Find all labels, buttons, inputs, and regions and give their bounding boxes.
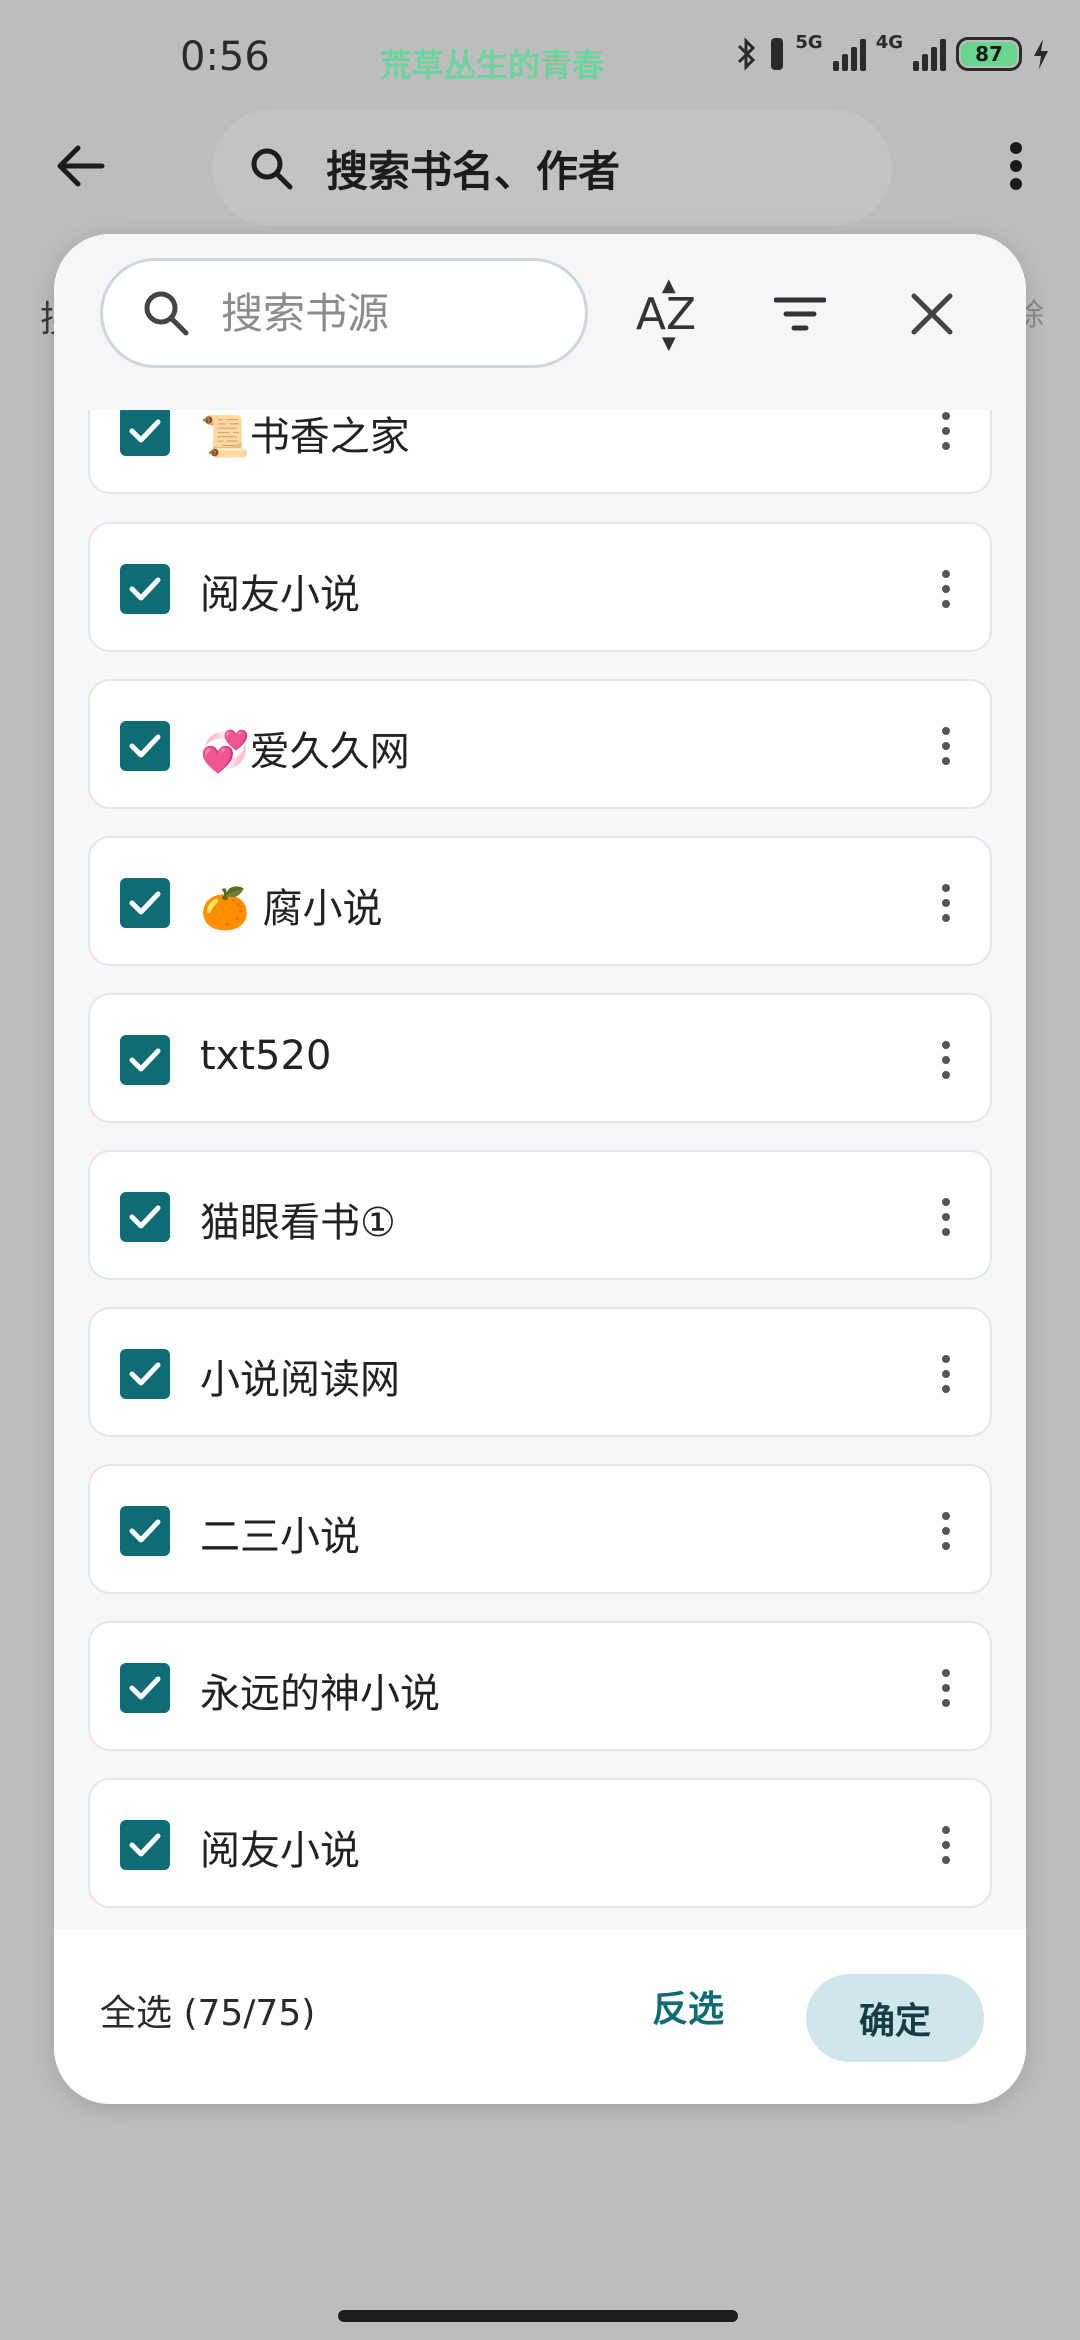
source-checkbox[interactable] [120,1035,170,1085]
signal-5g-icon [832,37,866,71]
check-icon [129,891,161,915]
back-arrow-icon [57,145,105,187]
item-more-button[interactable] [936,564,956,614]
vibrate-icon [771,38,784,70]
source-name: 猫眼看书① [200,1200,396,1246]
close-button[interactable] [892,274,972,354]
source-list-item[interactable]: 小说阅读网 [88,1307,992,1437]
item-more-button[interactable] [936,878,956,928]
source-checkbox[interactable] [120,1192,170,1242]
item-more-button[interactable] [936,1663,956,1713]
item-more-button[interactable] [936,1820,956,1870]
check-icon [129,1676,161,1700]
check-icon [129,419,161,443]
source-list-item[interactable]: 猫眼看书① [88,1150,992,1280]
status-icons: 5G 4G 87 [735,32,1050,72]
check-icon [129,1205,161,1229]
check-icon [129,734,161,758]
source-list-item[interactable]: 🍊 腐小说 [88,836,992,966]
item-more-button[interactable] [936,721,956,771]
check-icon [129,1833,161,1857]
status-time: 0:56 [180,34,270,80]
source-list-item[interactable]: 📜书香之家 [88,410,992,494]
source-checkbox[interactable] [120,410,170,456]
battery-level: 87 [961,42,1017,66]
source-list-item[interactable]: txt520 [88,993,992,1123]
book-search-placeholder: 搜索书名、作者 [326,146,621,196]
source-list-item[interactable]: 永远的神小说 [88,1621,992,1751]
check-icon [129,1362,161,1386]
item-more-button[interactable] [936,1192,956,1242]
source-name: 小说阅读网 [200,1357,400,1403]
check-icon [129,1519,161,1543]
battery-icon: 87 [956,37,1022,71]
status-bar: 0:56 荒草丛生的青春 5G 4G 87 [0,0,1080,110]
sort-up-arrow-icon: ▲ [661,274,676,296]
source-list[interactable]: 📜书香之家 阅友小说 💞爱久久网 � [54,410,1026,1944]
select-all-toggle[interactable]: 全选 (75/75) [100,1984,315,2036]
source-checkbox[interactable] [120,1663,170,1713]
confirm-button[interactable]: 确定 [806,1974,984,2062]
status-song: 荒草丛生的青春 [380,46,605,84]
screen: 0:56 荒草丛生的青春 5G 4G 87 搜索书名、作者 除 搜索书源 AZ … [0,0,1080,2340]
overflow-menu-button[interactable] [996,134,1036,198]
dialog-header: AZ ▲ ▼ [54,234,1026,410]
more-vert-icon [1010,142,1022,190]
source-list-item[interactable]: 💞爱久久网 [88,679,992,809]
source-name: 📜书香之家 [200,414,410,460]
search-icon [251,148,293,190]
sort-button[interactable]: AZ ▲ ▼ [626,274,706,354]
home-indicator[interactable] [338,2310,738,2322]
source-picker-dialog: AZ ▲ ▼ 📜书香之家 [54,234,1026,2104]
sort-az-icon: AZ ▲ ▼ [636,275,696,354]
sort-down-arrow-icon: ▼ [661,332,676,354]
source-list-item[interactable]: 二三小说 [88,1464,992,1594]
source-checkbox[interactable] [120,1820,170,1870]
source-search-box[interactable] [100,258,588,368]
filter-icon [774,297,826,331]
source-name: 二三小说 [200,1514,360,1560]
source-name: 阅友小说 [200,1828,360,1874]
dialog-footer: 全选 (75/75) 反选 确定 [54,1930,1026,2104]
item-more-button[interactable] [936,410,956,456]
network-4g-label: 4G [875,32,903,53]
back-button[interactable] [48,134,112,198]
network-5g-label: 5G [795,32,823,53]
source-name: 💞爱久久网 [200,729,410,775]
source-name: 🍊 腐小说 [200,886,383,932]
source-list-item[interactable]: 阅友小说 [88,522,992,652]
source-checkbox[interactable] [120,1506,170,1556]
item-more-button[interactable] [936,1035,956,1085]
search-icon [144,291,189,336]
source-checkbox[interactable] [120,721,170,771]
source-list-item[interactable]: 阅友小说 [88,1778,992,1908]
source-name: txt520 [200,1033,332,1079]
app-bar: 搜索书名、作者 [0,110,1080,240]
source-checkbox[interactable] [120,878,170,928]
charging-icon [1034,39,1048,69]
invert-selection-button[interactable]: 反选 [652,1980,724,2032]
source-checkbox[interactable] [120,564,170,614]
source-search-input[interactable] [221,288,521,338]
source-name: 永远的神小说 [200,1671,440,1717]
item-more-button[interactable] [936,1506,956,1556]
book-search-bar[interactable]: 搜索书名、作者 [212,110,892,226]
source-name: 阅友小说 [200,572,360,618]
source-checkbox[interactable] [120,1349,170,1399]
signal-4g-icon [913,37,946,71]
filter-button[interactable] [760,274,840,354]
item-more-button[interactable] [936,1349,956,1399]
check-icon [129,1048,161,1072]
bluetooth-icon [738,37,756,71]
check-icon [129,577,161,601]
close-icon [911,293,953,335]
